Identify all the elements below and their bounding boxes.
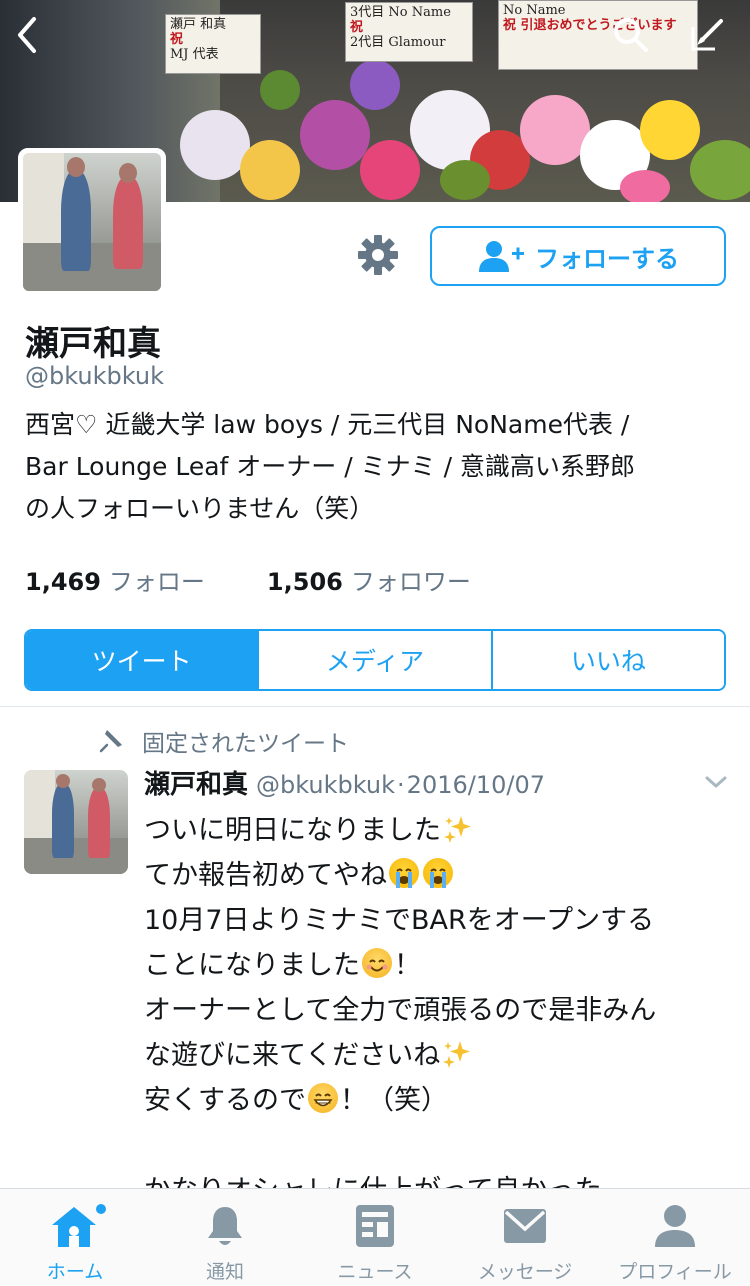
nav-messages[interactable]: メッセージ [450, 1189, 600, 1286]
pinned-label: 固定されたツイート [142, 731, 349, 757]
tab-tweets[interactable]: ツイート [26, 631, 258, 689]
nav-notifications-label: 通知 [205, 1261, 244, 1283]
add-user-icon [479, 241, 524, 272]
divider [0, 706, 750, 707]
tweet-line: ついに明日になりました [144, 808, 734, 853]
banner-sign: 3代目 No Name 祝 2代目 Glamour [345, 2, 473, 62]
tweet-header: 瀬戸和真 @bkukbkuk · 2016/10/07 [144, 764, 545, 801]
tweet-line: な遊びに来てくださいね [144, 1033, 734, 1078]
tab-likes[interactable]: いいね [490, 631, 724, 689]
followers-count: 1,506 [266, 568, 343, 596]
nav-news-label: ニュース [337, 1261, 413, 1283]
bottom-nav: ホーム 通知 ニュース メッセージ プロフィール [0, 1188, 750, 1286]
nav-notifications[interactable]: 通知 [150, 1189, 300, 1286]
tab-media[interactable]: メディア [257, 631, 491, 689]
pin-icon [99, 730, 122, 753]
sob-emoji-icon [423, 858, 453, 888]
tweet-avatar[interactable] [24, 770, 128, 874]
follow-label: フォローする [535, 244, 679, 273]
bio-line: Bar Lounge Leaf オーナー / ミナミ / 意識高い系野郎 [25, 452, 635, 481]
news-icon [356, 1205, 394, 1247]
settings-button[interactable] [355, 232, 401, 278]
following-label: フォロー [108, 568, 205, 596]
tweet-author-handle: @bkukbkuk [256, 771, 396, 799]
nav-profile-label: プロフィール [618, 1261, 732, 1283]
nav-messages-label: メッセージ [477, 1261, 573, 1283]
profile-avatar[interactable] [18, 148, 166, 296]
avatar-photo [24, 770, 128, 874]
sparkles-emoji-icon [443, 1041, 471, 1068]
profile-handle: @bkukbkuk [25, 362, 165, 390]
tweet-line: てか報告初めてやね [144, 853, 734, 898]
envelope-icon [504, 1209, 546, 1243]
follow-button[interactable]: フォローする [430, 226, 726, 286]
profile-tabs: ツイート メディア いいね [24, 629, 726, 691]
nav-home[interactable]: ホーム [0, 1189, 150, 1286]
home-icon [52, 1204, 106, 1247]
gear-icon [358, 235, 398, 275]
tweet-menu-button[interactable] [704, 774, 728, 794]
tweet-author-name[interactable]: 瀬戸和真 [144, 764, 248, 801]
chevron-left-icon [18, 17, 36, 53]
bell-icon [208, 1207, 242, 1245]
smile-emoji-icon [362, 948, 392, 978]
tweet-separator: · [397, 771, 405, 799]
profile-name: 瀬戸和真 [25, 324, 161, 364]
profile-bio: 西宮♡ 近畿大学 law boys / 元三代目 NoName代表 / Bar … [25, 404, 725, 530]
compose-icon [691, 19, 723, 51]
followers-stat[interactable]: 1,506 フォロワー [267, 562, 471, 597]
following-stat[interactable]: 1,469 フォロー [25, 562, 205, 597]
nav-profile[interactable]: プロフィール [600, 1189, 750, 1286]
nav-news[interactable]: ニュース [300, 1189, 450, 1286]
tweet-line: 10月7日よりミナミでBARをオープンする [144, 905, 655, 936]
following-count: 1,469 [25, 568, 101, 596]
avatar-photo [23, 153, 161, 291]
tweet-line: 安くするので ！（笑） [144, 1083, 448, 1116]
bio-line: の人フォローいりません（笑） [25, 494, 375, 523]
search-icon [614, 18, 648, 52]
banner-sign: 瀬戸 和真 祝 MJ 代表 [165, 14, 261, 74]
tweet-line: オーナーとして全力で頑張るので是非みん [144, 995, 657, 1026]
search-button[interactable] [608, 12, 654, 58]
tweet-line: ことになりました！ [144, 948, 421, 981]
tweet-line [144, 1123, 734, 1168]
nav-home-label: ホーム [46, 1261, 104, 1283]
sob-emoji-icon [389, 858, 419, 888]
bio-line: 西宮♡ 近畿大学 law boys / 元三代目 NoName代表 / [25, 410, 630, 439]
banner-sign: No Name 祝 引退おめでとうございます [498, 0, 698, 70]
sparkles-emoji-icon [444, 816, 471, 843]
followers-label: フォロワー [350, 568, 471, 596]
grin-emoji-icon [308, 1083, 338, 1113]
tweet-date: 2016/10/07 [406, 771, 545, 799]
profile-stats: 1,469 フォロー 1,506 フォロワー [25, 562, 471, 597]
tweet-body: ついに明日になりました てか報告初めてやね 10月7日よりミナミでBARをオープ… [144, 808, 734, 1213]
person-icon [655, 1205, 695, 1247]
chevron-down-icon [705, 776, 727, 788]
compose-button[interactable] [684, 12, 730, 58]
pinned-indicator: 固定されたツイート [98, 724, 349, 758]
back-button[interactable] [4, 12, 50, 58]
